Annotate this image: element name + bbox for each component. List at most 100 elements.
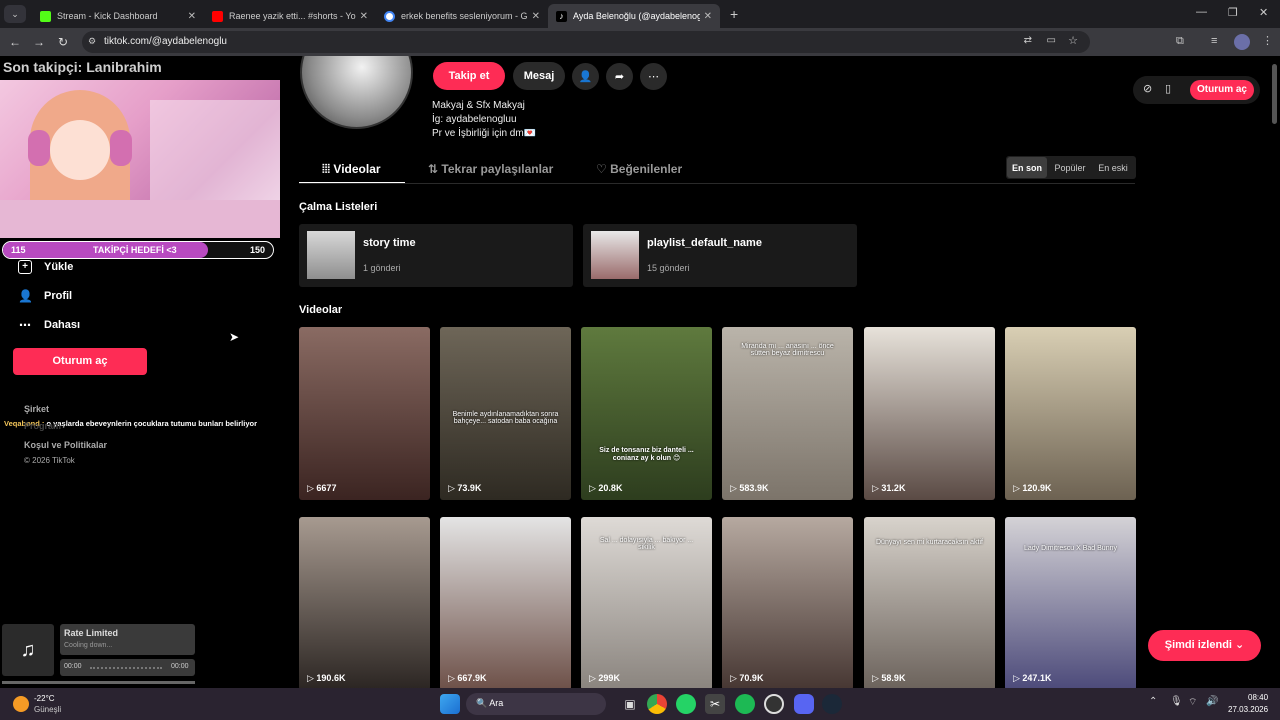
video-card[interactable]: Benimle aydınlanamadıktan sonra bahçeye.… (440, 327, 571, 500)
goal-current: 115 (11, 245, 26, 255)
task-view-icon[interactable]: ▣ (620, 694, 640, 714)
url-text: tiktok.com/@aydabelenoglu (104, 36, 227, 47)
tab-tiktok[interactable]: ♪ Ayda Belenoğlu (@aydabelenog ✕ (548, 4, 720, 28)
minimize-button[interactable]: — (1196, 6, 1207, 18)
watched-now-button[interactable]: Şimdi izlendi ⌄ (1148, 630, 1261, 661)
playlist-thumbnail (591, 231, 639, 279)
message-button[interactable]: Mesaj (513, 62, 565, 90)
back-icon[interactable]: ← (3, 35, 27, 49)
reload-icon[interactable]: ↻ (51, 35, 75, 49)
company-link[interactable]: Şirket (24, 404, 49, 414)
video-card[interactable]: ▷ 31.2K (864, 327, 995, 500)
sort-newest[interactable]: En son (1007, 157, 1047, 178)
more-options-icon[interactable]: ⋯ (640, 63, 667, 90)
tab-google[interactable]: erkek benefits sesleniyorum - G ✕ (376, 4, 548, 28)
view-count: ▷ 6677 (307, 483, 337, 493)
clock-date[interactable]: 27.03.2026 (1228, 705, 1268, 714)
browser-toolbar: ← → ↻ ⚙ tiktok.com/@aydabelenoglu ⇄ ▭ ☆ … (0, 28, 1280, 56)
view-count: ▷ 247.1K (1013, 673, 1052, 683)
cast-icon[interactable]: ▭ (1047, 35, 1056, 46)
forward-icon[interactable]: → (27, 35, 51, 49)
tab-search-button[interactable]: ⌄ (4, 5, 26, 23)
tray-overflow-icon[interactable]: ⌃ (1149, 696, 1157, 707)
video-card[interactable]: Dünyayı sen mi kurtaracaksın aktif ▷ 58.9… (864, 517, 995, 688)
extensions-icon[interactable]: ⧉ (1176, 35, 1184, 48)
program-link[interactable]: Program (24, 421, 61, 431)
close-window-button[interactable]: ✕ (1259, 6, 1268, 19)
repost-icon: ⇅ (428, 162, 439, 176)
playlist-count: 1 gönderi (363, 263, 401, 273)
add-friend-icon[interactable]: 👤 (572, 63, 599, 90)
chrome-icon[interactable] (647, 694, 667, 714)
tab-youtube[interactable]: Raenee yazik etti... #shorts - Yo ✕ (204, 4, 376, 28)
close-tab-icon[interactable]: ✕ (532, 11, 540, 22)
windows-start-icon[interactable] (440, 694, 460, 714)
video-card[interactable]: Sal ... dolayısıyla ... bakıyor ... siki… (581, 517, 712, 688)
close-tab-icon[interactable]: ✕ (188, 11, 196, 22)
volume-icon[interactable]: 🔊 (1206, 696, 1218, 707)
tab-videos[interactable]: ⦙⦙⦙ Videolar (322, 162, 381, 177)
address-bar[interactable]: ⚙ tiktok.com/@aydabelenoglu ⇄ ▭ ☆ (82, 31, 1090, 53)
video-card[interactable]: Miranda mı ... anasını ... önce sütten b… (722, 327, 853, 500)
discord-icon[interactable] (794, 694, 814, 714)
video-card[interactable]: ▷ 667.9K (440, 517, 571, 688)
video-card[interactable]: ▷ 70.9K (722, 517, 853, 688)
snipping-tool-icon[interactable]: ✂ (705, 694, 725, 714)
tab-liked[interactable]: ♡ Beğenilenler (596, 162, 682, 176)
terms-link[interactable]: Koşul ve Politikalar (24, 440, 107, 450)
new-tab-button[interactable]: + (730, 6, 738, 22)
mobile-icon[interactable]: ▯ (1165, 82, 1171, 95)
close-tab-icon[interactable]: ✕ (704, 11, 712, 22)
video-card[interactable]: ▷ 120.9K (1005, 327, 1136, 500)
playlist-card[interactable]: story time 1 gönderi (299, 224, 573, 287)
sort-popular[interactable]: Popüler (1049, 157, 1091, 178)
close-tab-icon[interactable]: ✕ (360, 11, 368, 22)
scrollbar[interactable] (1272, 64, 1277, 124)
header-login-button[interactable]: Oturum aç (1190, 80, 1254, 100)
whatsapp-icon[interactable] (676, 694, 696, 714)
sort-oldest[interactable]: En eski (1093, 157, 1133, 178)
weather-icon[interactable] (13, 696, 29, 712)
video-card[interactable]: Siz de tonsanız biz danteli ... conianz … (581, 327, 712, 500)
network-icon[interactable]: ⌔ (1188, 696, 1197, 709)
playlists-heading: Çalma Listeleri (299, 201, 378, 213)
translate-icon[interactable]: ⇄ (1024, 35, 1032, 46)
goal-label: TAKİPÇİ HEDEFİ <3 (93, 245, 177, 255)
maximize-button[interactable]: ❐ (1228, 6, 1238, 19)
weather-label: Güneşli (34, 705, 62, 714)
windows-taskbar: -22°C Güneşli 🔍 Ara ▣ ✂ ⌃ 🎙 ⌔ 🔊 08:40 27… (0, 688, 1280, 720)
tiktok-page: Son takipçi: Lanibrahim 115 TAKİPÇİ HEDE… (0, 56, 1280, 688)
media-control-icon[interactable]: ≡ (1211, 35, 1217, 47)
video-card[interactable]: ▷ 190.6K (299, 517, 430, 688)
bookmark-star-icon[interactable]: ☆ (1068, 34, 1078, 47)
view-count: ▷ 190.6K (307, 673, 346, 683)
taskbar-search[interactable]: 🔍 Ara (466, 693, 606, 715)
sidebar-item-more[interactable]: ⋯ Dahası (18, 318, 80, 332)
video-card[interactable]: Lady Dimitrescu X Bad Bunny ▷ 247.1K (1005, 517, 1136, 688)
follow-button[interactable]: Takip et (433, 62, 505, 90)
microphone-icon[interactable]: 🎙 (1170, 696, 1183, 707)
browser-menu-icon[interactable]: ⋮ (1262, 34, 1273, 47)
tab-reposts[interactable]: ⇅ Tekrar paylaşılanlar (428, 162, 553, 176)
obs-icon[interactable] (764, 694, 784, 714)
steam-icon[interactable] (822, 694, 842, 714)
profile-avatar[interactable] (1234, 34, 1250, 50)
video-card[interactable]: ▷ 6677 (299, 327, 430, 500)
streamer-avatar-image (0, 80, 280, 238)
tab-title: erkek benefits sesleniyorum - G (401, 11, 528, 21)
sidebar-item-profile[interactable]: 👤 Profil (18, 289, 72, 303)
sidebar-item-upload[interactable]: + Yükle (18, 260, 73, 274)
clock-time[interactable]: 08:40 (1248, 693, 1268, 702)
latest-follower-label: Son takipçi: Lanibrahim (3, 59, 162, 75)
kick-icon (40, 10, 51, 22)
compass-icon[interactable]: ⊘ (1143, 82, 1152, 95)
playlist-card[interactable]: playlist_default_name 15 gönderi (583, 224, 857, 287)
share-icon[interactable]: ➦ (606, 63, 633, 90)
tab-kick-dashboard[interactable]: Stream - Kick Dashboard ✕ (32, 4, 204, 28)
site-info-icon[interactable]: ⚙ (88, 36, 96, 47)
user-icon: 👤 (18, 289, 33, 303)
sidebar-login-button[interactable]: Oturum aç (13, 348, 147, 375)
youtube-icon (212, 10, 223, 22)
spotify-icon[interactable] (735, 694, 755, 714)
chevron-down-icon: ⌄ (1235, 639, 1245, 651)
